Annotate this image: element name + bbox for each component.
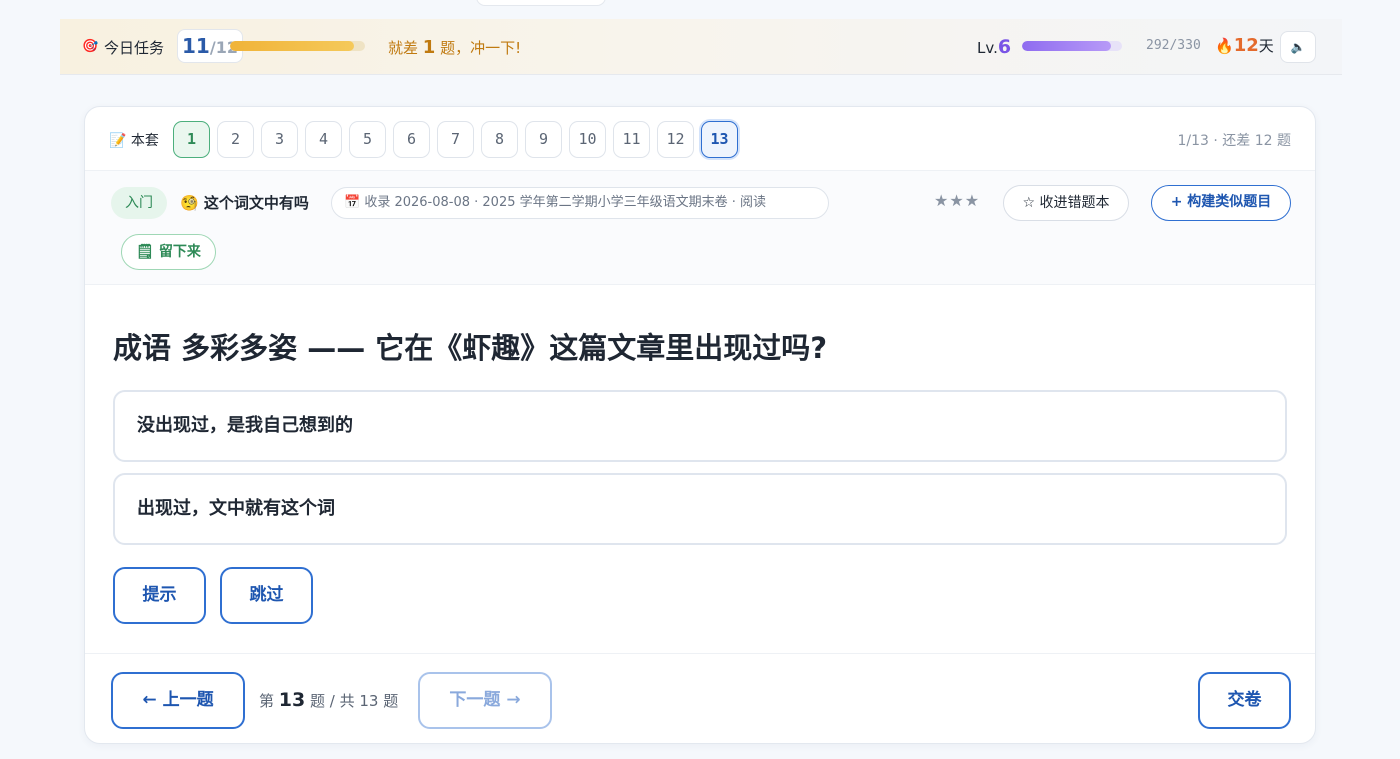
answer-option[interactable]: 没出现过，是我自己想到的 <box>113 390 1287 462</box>
question-meta-row: 入门 🧐 这个词文中有吗 📅 收录 2026-08-08 · 2025 学年第二… <box>85 171 1315 285</box>
target-icon: 🎯 <box>82 39 99 54</box>
difficulty-badge: 入门 <box>111 187 167 219</box>
sound-toggle-button[interactable]: 🔈 <box>1280 31 1316 63</box>
question-text: 成语 多彩多姿 —— 它在《虾趣》这篇文章里出现过吗? <box>113 331 828 365</box>
daily-task-bar: 🎯 今日任务 11/12 就差 1 题，冲一下! Lv.6 292/330 🔥1… <box>60 19 1342 75</box>
question-number-4[interactable]: 4 <box>305 121 342 158</box>
build-similar-button[interactable]: + 构建类似题目 <box>1151 185 1291 221</box>
question-number-list: 1 2 3 4 5 6 7 8 9 10 11 12 13 <box>173 121 738 158</box>
submit-paper-button[interactable]: 交卷 <box>1198 672 1291 729</box>
question-number-5[interactable]: 5 <box>349 121 386 158</box>
thinking-face-icon: 🧐 <box>180 194 199 212</box>
daily-task-label: 今日任务 <box>104 39 165 57</box>
daily-task-hint: 就差 1 题，冲一下! <box>388 37 522 58</box>
question-pager: 第 13 题 / 共 13 题 <box>259 689 399 711</box>
daily-task-progress-fill <box>230 41 354 51</box>
question-number-11[interactable]: 11 <box>613 121 650 158</box>
set-label: 📝 本套 <box>109 133 159 149</box>
question-number-8[interactable]: 8 <box>481 121 518 158</box>
xp-progress <box>1022 41 1122 51</box>
question-number-7[interactable]: 7 <box>437 121 474 158</box>
question-number-13[interactable]: 13 <box>701 121 738 158</box>
question-type: 🧐 这个词文中有吗 <box>180 194 309 212</box>
keep-button[interactable]: 🗒 留下来 <box>121 234 216 270</box>
question-number-9[interactable]: 9 <box>525 121 562 158</box>
question-number-12[interactable]: 12 <box>657 121 694 158</box>
xp-count: 292/330 <box>1146 38 1201 53</box>
question-card: 📝 本套 1 2 3 4 5 6 7 8 9 10 11 12 13 1/13 · 还差 12 题 入门… <box>84 106 1316 744</box>
xp-progress-fill <box>1022 41 1111 51</box>
question-number-2[interactable]: 2 <box>217 121 254 158</box>
top-stub <box>476 0 606 6</box>
hint-button[interactable]: 提示 <box>113 567 206 624</box>
source-info: 📅 收录 2026-08-08 · 2025 学年第二学期小学三年级语文期末卷 … <box>331 187 829 219</box>
set-progress: 1/13 · 还差 12 题 <box>1177 133 1291 149</box>
answer-option[interactable]: 出现过，文中就有这个词 <box>113 473 1287 545</box>
speaker-icon: 🔈 <box>1290 40 1306 54</box>
question-number-1[interactable]: 1 <box>173 121 210 158</box>
difficulty-stars: ★★★ <box>934 191 981 210</box>
question-number-6[interactable]: 6 <box>393 121 430 158</box>
next-question-button[interactable]: 下一题 → <box>418 672 552 729</box>
skip-button[interactable]: 跳过 <box>220 567 313 624</box>
previous-question-button[interactable]: ← 上一题 <box>111 672 245 729</box>
streak-indicator: 🔥12天 <box>1215 35 1274 56</box>
question-number-10[interactable]: 10 <box>569 121 606 158</box>
question-set-row: 📝 本套 1 2 3 4 5 6 7 8 9 10 11 12 13 1/13 · 还差 12 题 <box>85 107 1315 171</box>
calendar-icon: 📅 <box>344 195 361 210</box>
memo-icon: 📝 <box>109 133 127 149</box>
level-indicator: Lv.6 <box>977 36 1012 58</box>
add-to-wrongbook-button[interactable]: ☆ 收进错题本 <box>1003 185 1129 221</box>
question-number-3[interactable]: 3 <box>261 121 298 158</box>
daily-task-progress <box>230 41 365 51</box>
fire-icon: 🔥 <box>1215 37 1234 55</box>
navigation-row: ← 上一题 第 13 题 / 共 13 题 下一题 → 交卷 <box>85 653 1315 743</box>
notepad-icon: 🗒 <box>136 244 154 260</box>
